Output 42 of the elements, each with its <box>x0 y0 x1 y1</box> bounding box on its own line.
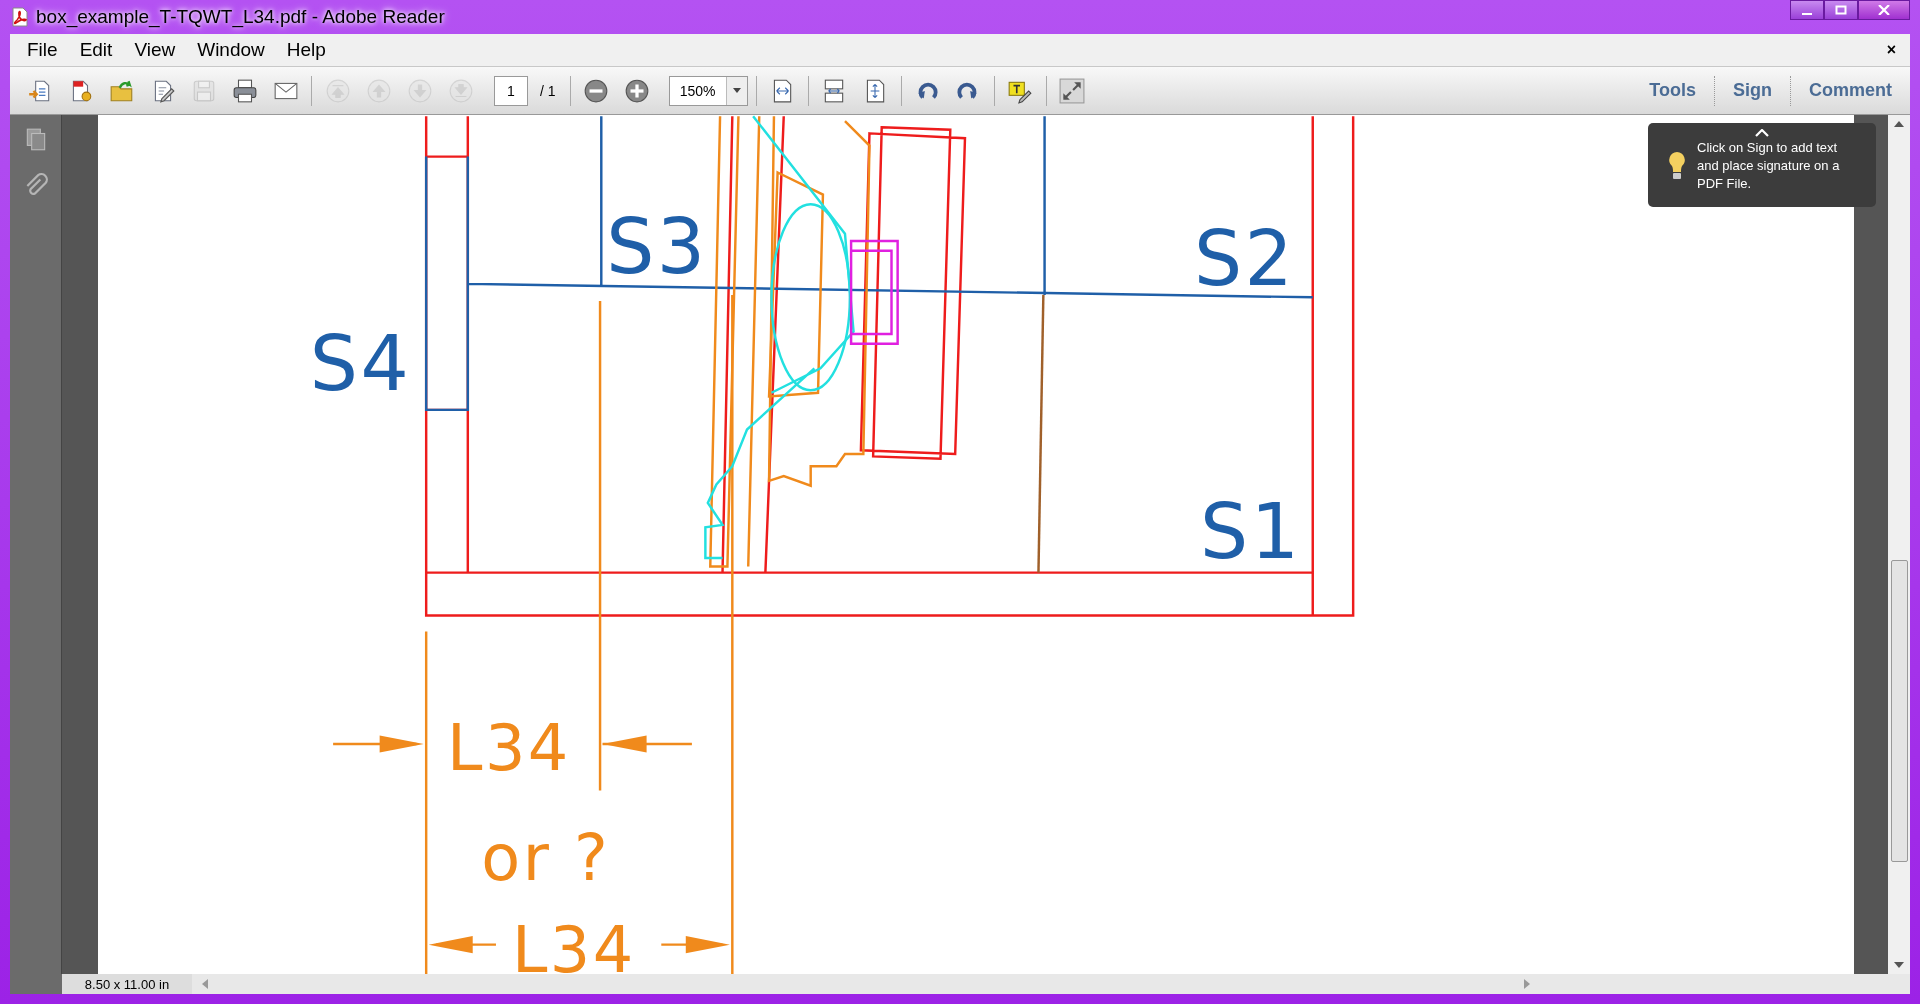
last-page-icon <box>447 77 474 104</box>
section-label: S3 <box>606 202 708 291</box>
scroll-up-icon[interactable] <box>1894 121 1904 127</box>
pane-link[interactable]: Sign <box>1715 80 1790 101</box>
zoom-dropdown[interactable]: 150% <box>668 75 748 106</box>
zoom-in-icon <box>624 77 651 104</box>
next-page-icon <box>406 77 433 104</box>
pane-link[interactable]: Comment <box>1791 80 1910 101</box>
dimension-label: L34 <box>447 710 571 785</box>
dimension-label: or ? <box>481 820 611 895</box>
print-icon <box>231 77 258 104</box>
page-size-label: 8.50 x 11.00 in <box>62 974 192 994</box>
menu-item[interactable]: Edit <box>68 39 124 61</box>
page-count: / 1 <box>540 82 556 99</box>
close-icon <box>1878 5 1890 15</box>
pane-link[interactable]: Tools <box>1631 80 1714 101</box>
maximize-button[interactable] <box>1824 0 1858 20</box>
close-button[interactable] <box>1858 0 1910 20</box>
scroll-down-icon[interactable] <box>1894 962 1904 968</box>
close-document-button[interactable]: × <box>1886 41 1896 59</box>
lightbulb-icon <box>1667 150 1687 182</box>
zoom-out-icon <box>583 77 610 104</box>
tooltip-text: Click on Sign to add text and place signature on a PDF File. <box>1697 139 1841 193</box>
menu-item[interactable]: Help <box>275 39 337 61</box>
first-page-icon <box>324 77 351 104</box>
minimize-button[interactable] <box>1790 0 1824 20</box>
page-number-field[interactable]: 1 <box>494 75 528 106</box>
previous-page-icon <box>365 77 392 104</box>
window-title: box_example_T-TQWT_L34.pdf - Adobe Reader <box>36 6 445 28</box>
section-label: S4 <box>309 320 412 409</box>
pdf-icon <box>10 7 30 27</box>
menu-item[interactable]: File <box>16 39 69 61</box>
section-label: S2 <box>1193 215 1296 304</box>
caret-icon <box>732 88 741 93</box>
maximize-icon <box>1835 5 1847 15</box>
menu-item[interactable]: View <box>123 39 187 61</box>
minimize-icon <box>1802 12 1812 15</box>
expand-icon <box>1059 77 1086 104</box>
dimension-label: L34 <box>511 912 636 974</box>
section-label: S1 <box>1200 488 1302 576</box>
menu-item[interactable]: Window <box>186 39 276 61</box>
chevron-up-icon[interactable] <box>1755 129 1769 137</box>
